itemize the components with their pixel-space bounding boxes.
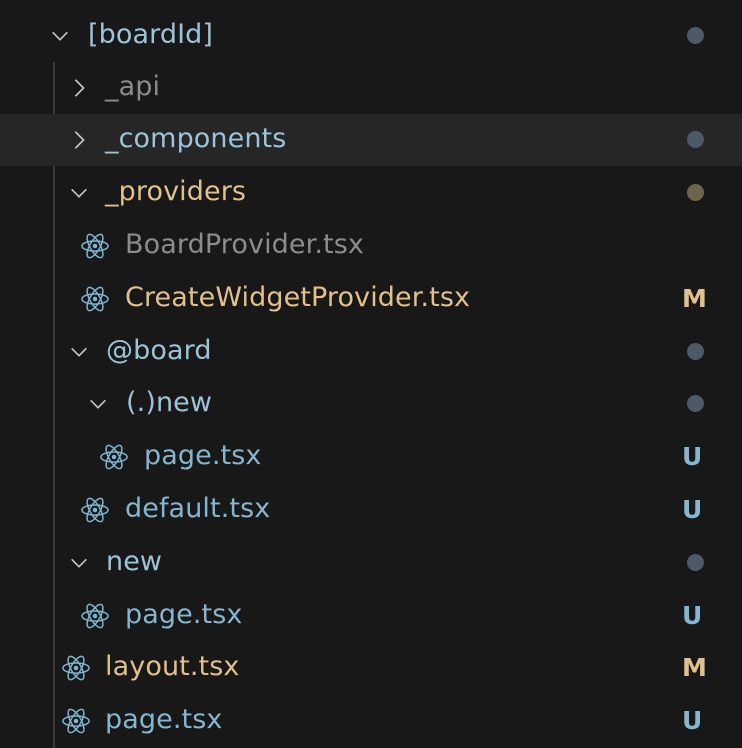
folder-row[interactable]: new	[0, 537, 742, 589]
chevron-down-icon[interactable]	[47, 23, 73, 49]
folder-row[interactable]: _providers	[0, 167, 742, 219]
chevron-down-icon[interactable]	[66, 550, 92, 576]
folder-row[interactable]: _api	[0, 62, 742, 114]
file-label: default.tsx	[125, 493, 271, 524]
folder-row[interactable]: _components	[0, 114, 742, 166]
react-icon	[80, 284, 110, 314]
react-icon	[61, 706, 91, 736]
react-icon	[80, 601, 110, 631]
chevron-down-icon[interactable]	[66, 180, 92, 206]
folder-label: @board	[106, 335, 212, 366]
git-status-badge: U	[682, 601, 703, 630]
react-icon	[80, 231, 110, 261]
chevron-down-icon[interactable]	[85, 391, 111, 417]
git-status-dot	[687, 343, 704, 360]
folder-row[interactable]: [boardId]	[0, 10, 742, 62]
file-row[interactable]: default.tsx U	[0, 484, 742, 536]
folder-label: _api	[105, 71, 161, 102]
chevron-right-icon[interactable]	[66, 75, 92, 101]
file-label: BoardProvider.tsx	[125, 229, 364, 260]
file-label: layout.tsx	[105, 651, 240, 682]
folder-label: (.)new	[126, 387, 213, 418]
git-status-badge: U	[682, 495, 703, 524]
file-row[interactable]: page.tsx U	[0, 590, 742, 642]
folder-label: _components	[105, 123, 287, 154]
react-icon	[99, 442, 129, 472]
folder-label: _providers	[105, 176, 247, 207]
file-label: page.tsx	[125, 599, 243, 630]
chevron-right-icon[interactable]	[66, 127, 92, 153]
git-status-dot	[687, 131, 704, 148]
git-status-badge: M	[682, 284, 707, 313]
git-status-dot	[687, 395, 704, 412]
git-status-badge: M	[682, 653, 707, 682]
folder-row[interactable]: (.)new	[0, 378, 742, 430]
file-row[interactable]: BoardProvider.tsx	[0, 220, 742, 272]
file-explorer-tree: [boardId] _api _components _providers BoardP…	[0, 0, 742, 748]
chevron-down-icon[interactable]	[66, 339, 92, 365]
git-status-badge: U	[682, 706, 703, 735]
git-status-dot	[687, 27, 704, 44]
file-row[interactable]: page.tsx U	[0, 695, 742, 747]
file-row[interactable]: CreateWidgetProvider.tsx M	[0, 273, 742, 325]
file-label: page.tsx	[144, 440, 262, 471]
react-icon	[80, 495, 110, 525]
file-row[interactable]: page.tsx U	[0, 431, 742, 483]
folder-label: [boardId]	[88, 19, 214, 50]
folder-label: new	[106, 546, 163, 577]
git-status-dot	[687, 554, 704, 571]
folder-row[interactable]: @board	[0, 326, 742, 378]
file-label: CreateWidgetProvider.tsx	[125, 282, 471, 313]
react-icon	[61, 653, 91, 683]
git-status-badge: U	[682, 442, 703, 471]
file-row[interactable]: layout.tsx M	[0, 642, 742, 694]
git-status-dot	[687, 184, 704, 201]
file-label: page.tsx	[105, 704, 223, 735]
